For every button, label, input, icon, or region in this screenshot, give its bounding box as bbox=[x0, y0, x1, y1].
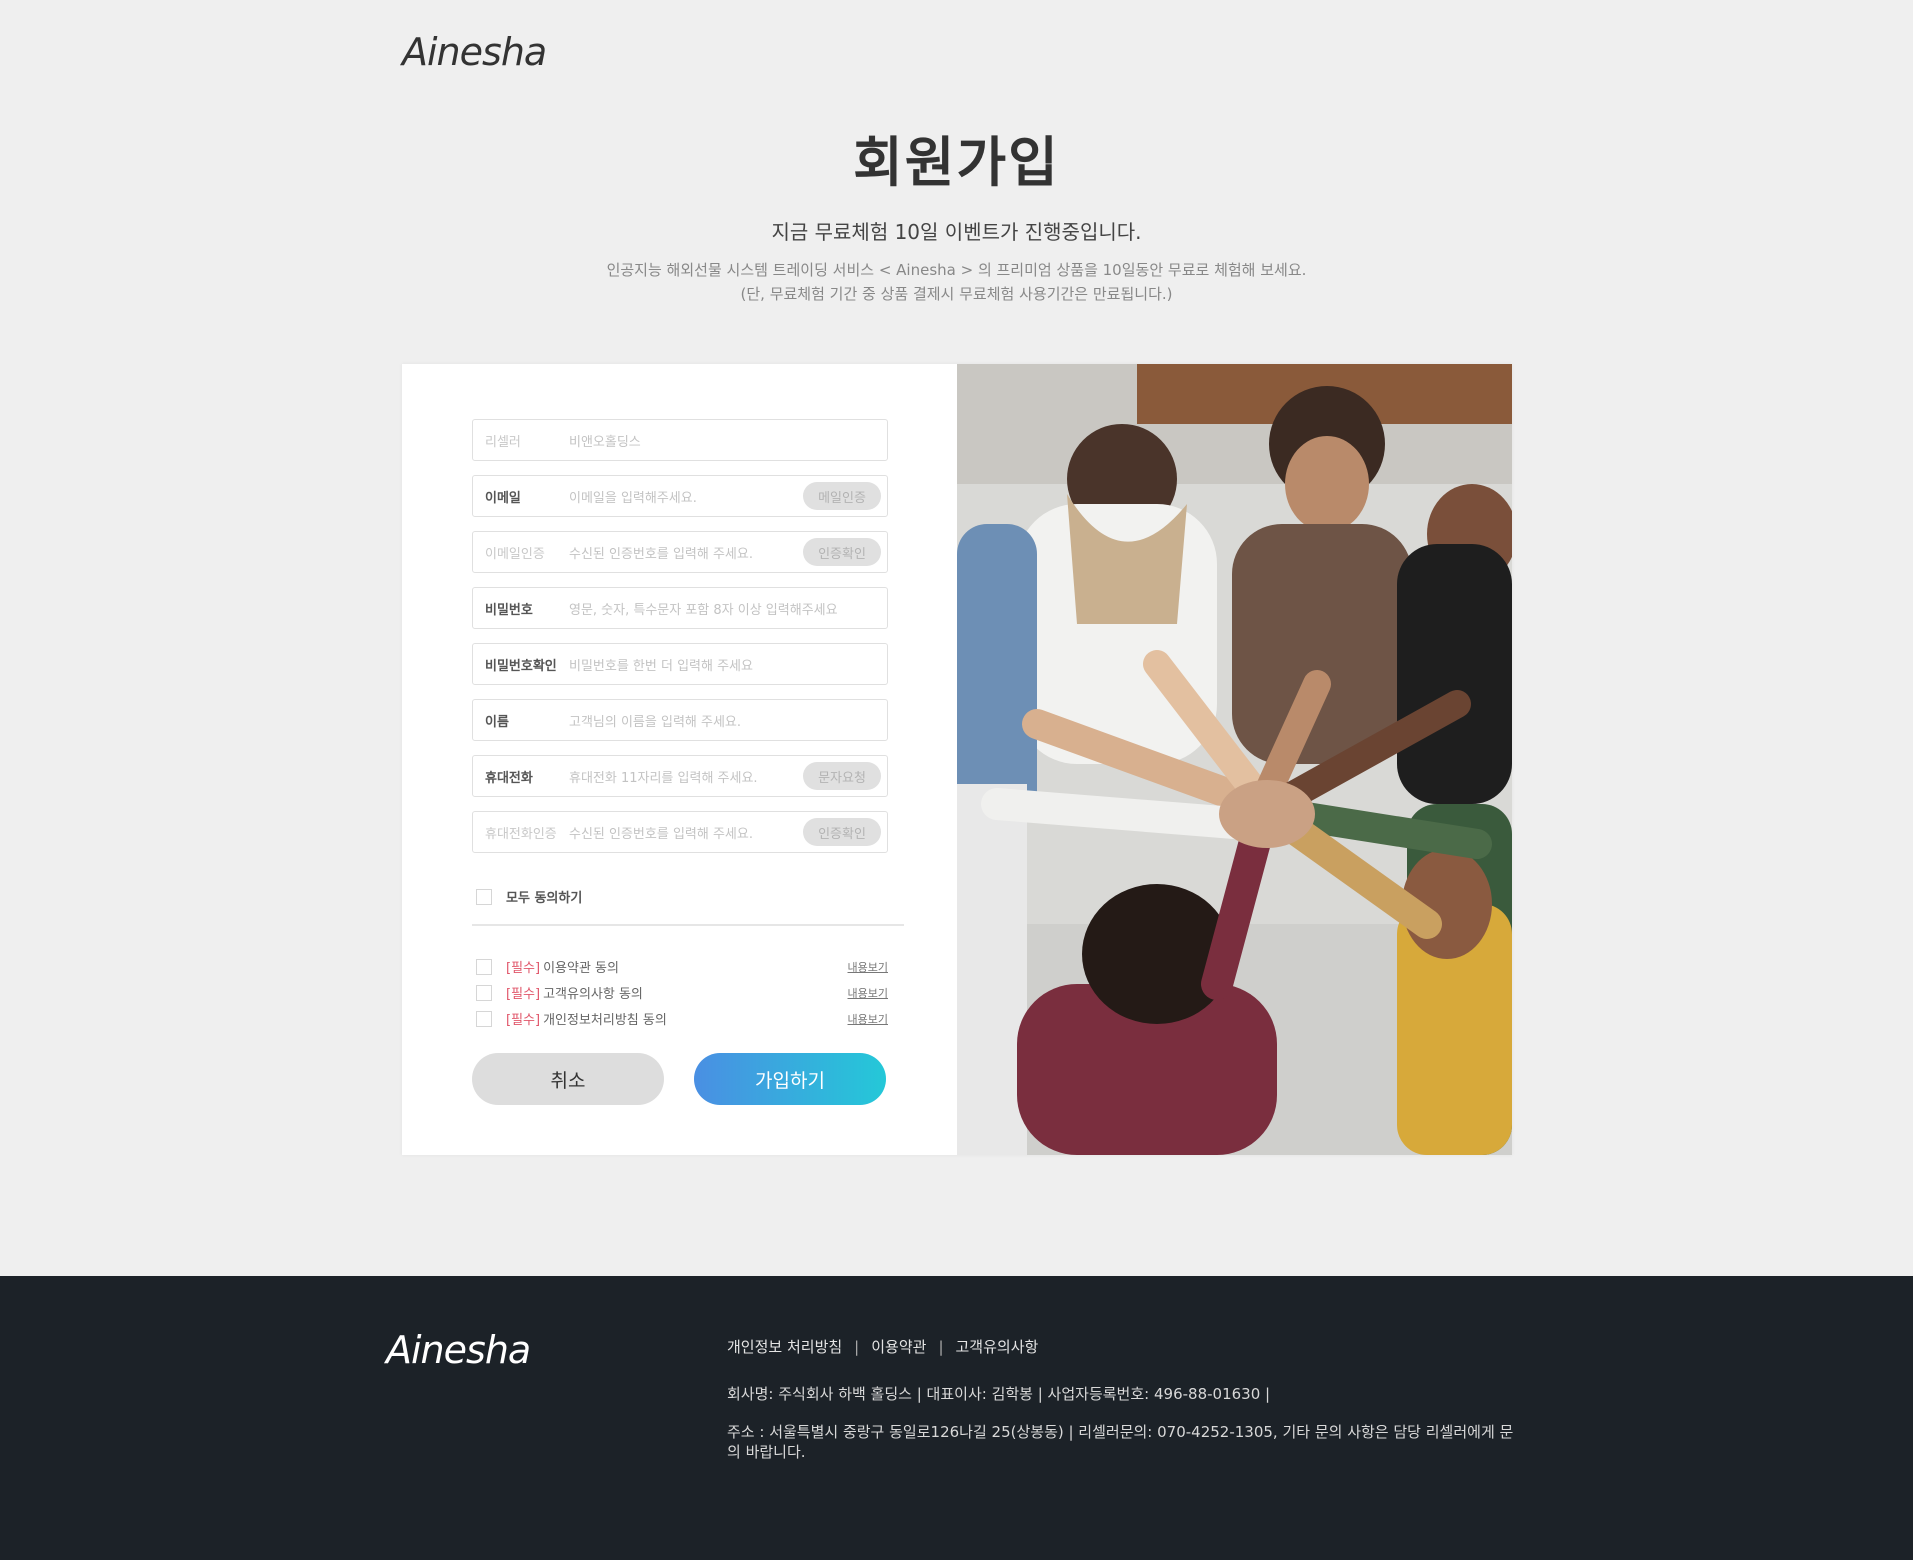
name-field[interactable]: 이름 고객님의 이름을 입력해 주세요. bbox=[472, 699, 888, 741]
agreement-row[interactable]: [필수] 개인정보처리방침 동의 내용보기 bbox=[476, 1009, 888, 1028]
agreement-label: 고객유의사항 동의 bbox=[543, 987, 643, 1002]
brand-logo[interactable]: Ainesha bbox=[402, 30, 547, 74]
name-input[interactable]: 고객님의 이름을 입력해 주세요. bbox=[569, 711, 741, 730]
password-input[interactable]: 영문, 숫자, 특수문자 포함 8자 이상 입력해주세요 bbox=[569, 599, 838, 618]
email-code-input[interactable]: 수신된 인증번호를 입력해 주세요. bbox=[569, 543, 753, 562]
phone-code-input[interactable]: 수신된 인증번호를 입력해 주세요. bbox=[569, 823, 753, 842]
signup-form: 리셀러 비앤오홀딩스 이메일 이메일을 입력해주세요. 메일인증 이메일인증 수… bbox=[472, 419, 888, 867]
agreement-row[interactable]: [필수] 이용약관 동의 내용보기 bbox=[476, 957, 888, 976]
team-hands-photo bbox=[957, 364, 1512, 1155]
phone-input[interactable]: 휴대전화 11자리를 입력해 주세요. bbox=[569, 767, 758, 786]
checkbox-icon[interactable] bbox=[476, 958, 492, 975]
field-label: 이메일 bbox=[485, 490, 521, 506]
privacy-policy-link[interactable]: 개인정보 처리방침 bbox=[727, 1338, 842, 1356]
signup-button[interactable]: 가입하기 bbox=[694, 1053, 886, 1105]
agree-all-label: 모두 동의하기 bbox=[506, 891, 583, 906]
event-lead: 지금 무료체험 10일 이벤트가 진행중입니다. bbox=[771, 220, 1142, 244]
field-label: 비밀번호 bbox=[485, 602, 533, 618]
signup-card: 리셀러 비앤오홀딩스 이메일 이메일을 입력해주세요. 메일인증 이메일인증 수… bbox=[402, 364, 1512, 1155]
company-info: 회사명: 주식회사 하백 홀딩스 | 대표이사: 김학봉 | 사업자등록번호: … bbox=[727, 1384, 1527, 1480]
sms-request-button[interactable]: 문자요청 bbox=[803, 762, 881, 790]
email-code-confirm-button[interactable]: 인증확인 bbox=[803, 538, 881, 566]
divider bbox=[472, 924, 904, 926]
reseller-field: 리셀러 비앤오홀딩스 bbox=[472, 419, 888, 461]
separator: | bbox=[854, 1338, 860, 1356]
agreement-label: 이용약관 동의 bbox=[543, 961, 619, 976]
agreement-row[interactable]: [필수] 고객유의사항 동의 내용보기 bbox=[476, 983, 888, 1002]
reseller-value: 비앤오홀딩스 bbox=[569, 434, 641, 450]
view-terms-link[interactable]: 내용보기 bbox=[848, 959, 888, 975]
desc-line-1: 인공지능 해외선물 시스템 트레이딩 서비스 < Ainesha > 의 프리미… bbox=[606, 261, 1307, 279]
address-line: 주소 : 서울특별시 중랑구 동일로126나길 25(상봉동) | 리셀러문의:… bbox=[727, 1423, 1514, 1461]
footer: Ainesha 개인정보 처리방침 | 이용약관 | 고객유의사항 회사명: 주식회사 … bbox=[0, 1276, 1913, 1560]
field-label: 리셀러 bbox=[485, 434, 521, 450]
footer-links: 개인정보 처리방침 | 이용약관 | 고객유의사항 bbox=[727, 1336, 1038, 1357]
phone-field[interactable]: 휴대전화 휴대전화 11자리를 입력해 주세요. 문자요청 bbox=[472, 755, 888, 797]
field-label: 비밀번호확인 bbox=[485, 658, 557, 674]
agreement-label: 개인정보처리방침 동의 bbox=[543, 1013, 667, 1028]
checkbox-icon[interactable] bbox=[476, 1010, 492, 1027]
field-label: 휴대전화 bbox=[485, 770, 533, 786]
field-label: 휴대전화인증 bbox=[485, 826, 557, 842]
email-input[interactable]: 이메일을 입력해주세요. bbox=[569, 487, 697, 506]
separator: | bbox=[938, 1338, 944, 1356]
field-label: 이메일인증 bbox=[485, 546, 545, 562]
email-code-field[interactable]: 이메일인증 수신된 인증번호를 입력해 주세요. 인증확인 bbox=[472, 531, 888, 573]
password-field[interactable]: 비밀번호 영문, 숫자, 특수문자 포함 8자 이상 입력해주세요 bbox=[472, 587, 888, 629]
phone-code-field[interactable]: 휴대전화인증 수신된 인증번호를 입력해 주세요. 인증확인 bbox=[472, 811, 888, 853]
cancel-button[interactable]: 취소 bbox=[472, 1053, 664, 1105]
agree-all-row[interactable]: 모두 동의하기 bbox=[476, 887, 582, 906]
footer-logo[interactable]: Ainesha bbox=[386, 1328, 531, 1372]
customer-notice-link[interactable]: 고객유의사항 bbox=[956, 1338, 1039, 1356]
password-confirm-input[interactable]: 비밀번호를 한번 더 입력해 주세요 bbox=[569, 655, 753, 674]
required-tag: [필수] bbox=[506, 961, 541, 976]
desc-line-2: (단, 무료체험 기간 중 상품 결제시 무료체험 사용기간은 만료됩니다.) bbox=[740, 285, 1173, 303]
password-confirm-field[interactable]: 비밀번호확인 비밀번호를 한번 더 입력해 주세요 bbox=[472, 643, 888, 685]
email-verify-button[interactable]: 메일인증 bbox=[803, 482, 881, 510]
required-tag: [필수] bbox=[506, 987, 541, 1002]
company-line: 회사명: 주식회사 하백 홀딩스 | 대표이사: 김학봉 | 사업자등록번호: … bbox=[727, 1385, 1271, 1403]
field-label: 이름 bbox=[485, 714, 509, 730]
required-tag: [필수] bbox=[506, 1013, 541, 1028]
checkbox-icon[interactable] bbox=[476, 888, 492, 905]
view-privacy-link[interactable]: 내용보기 bbox=[848, 1011, 888, 1027]
phone-code-confirm-button[interactable]: 인증확인 bbox=[803, 818, 881, 846]
page-title: 회원가입 bbox=[853, 131, 1060, 194]
view-notice-link[interactable]: 내용보기 bbox=[848, 985, 888, 1001]
checkbox-icon[interactable] bbox=[476, 984, 492, 1001]
terms-link[interactable]: 이용약관 bbox=[871, 1338, 926, 1356]
event-description: 인공지능 해외선물 시스템 트레이딩 서비스 < Ainesha > 의 프리미… bbox=[0, 258, 1913, 306]
email-field[interactable]: 이메일 이메일을 입력해주세요. 메일인증 bbox=[472, 475, 888, 517]
